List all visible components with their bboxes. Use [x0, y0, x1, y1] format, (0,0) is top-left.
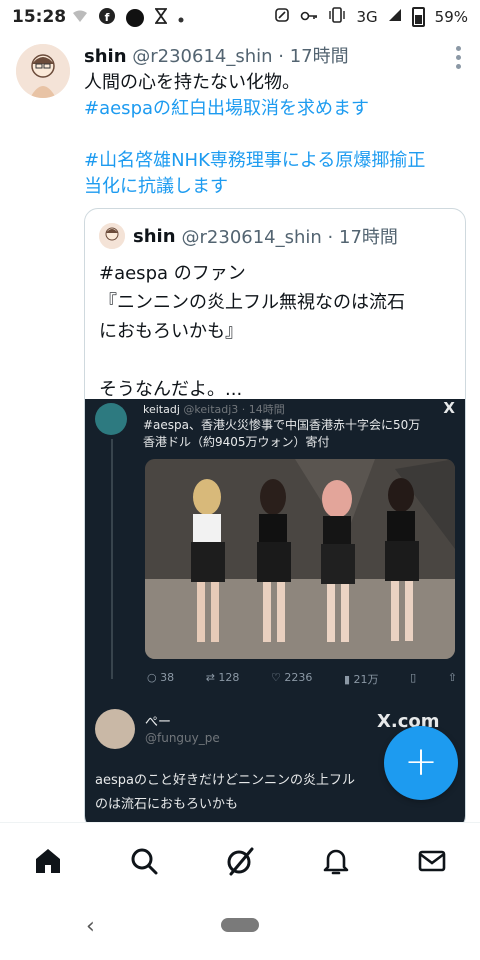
back-chevron-icon[interactable]: ‹ [86, 914, 95, 939]
bottom-navigation [0, 822, 480, 897]
quote-author-name: shin [133, 225, 176, 247]
share-icon: ⇧ [447, 671, 457, 684]
hourglass-icon [154, 8, 168, 28]
embedded-meta: @keitadj3 · 14時間 [183, 403, 285, 416]
nfc-icon [274, 7, 290, 27]
embedded-author: keitadj [143, 403, 180, 416]
messages-icon[interactable] [416, 845, 448, 877]
compose-button[interactable]: + [384, 726, 458, 800]
like-count: ♡ 2236 [271, 671, 313, 684]
vibrate-icon [328, 7, 346, 27]
more-options-icon[interactable] [456, 46, 462, 73]
x-logo-icon: X [443, 399, 455, 417]
battery-level: 59% [434, 8, 468, 26]
search-icon[interactable] [128, 845, 160, 877]
notifications-icon[interactable] [320, 845, 352, 877]
reply-count: ○ 38 [147, 671, 175, 684]
quote-author-line: shin @r230614_shin · 17時間 [99, 223, 398, 249]
system-status: 3G 59% [274, 7, 468, 27]
quote-author-avatar [99, 223, 125, 249]
dot-icon [178, 9, 184, 27]
views-count: ▮ 21万 [343, 673, 379, 686]
embedded-actions: ○ 38 ⇄ 128 ♡ 2236 ▮ 21万 ▯ ⇧ [147, 671, 457, 687]
network-label: 3G [356, 8, 378, 26]
embedded-avatar [95, 403, 127, 435]
embedded-line: 香港ドル（約9405万ウォン）寄付 [143, 435, 330, 449]
home-icon[interactable] [32, 845, 64, 877]
quote-line [99, 346, 454, 375]
author-avatar[interactable] [16, 44, 70, 98]
status-bar: 15:28 f 3G 59% [0, 0, 480, 34]
home-gesture-pill[interactable] [221, 918, 259, 932]
reply-line: のは流石におもろいかも [95, 797, 239, 812]
grok-icon[interactable] [224, 845, 256, 877]
quote-text: #aespa のファン 『ニンニンの炎上フル無視なのは流石 におもろいかも』 そ… [99, 259, 454, 404]
notification-icons: f [72, 8, 184, 28]
retweet-count-value: 128 [218, 671, 240, 684]
reply-author-handle: @funguy_pe [145, 731, 220, 745]
embedded-text: #aespa、香港火災惨事で中国香港赤十字会に50万 香港ドル（約9405万ウォ… [143, 417, 453, 451]
hashtag-link[interactable]: #aespaの紅白出場取消を求めます [84, 96, 469, 122]
embedded-author-line: keitadj @keitadj3 · 14時間 [143, 401, 285, 417]
wifi-icon [72, 9, 88, 27]
views-count-value: 21万 [353, 673, 379, 686]
embedded-line: #aespa、香港火災惨事で中国香港赤十字会に50万 [143, 418, 421, 432]
retweet-count: ⇄ 128 [205, 671, 240, 684]
clock: 15:28 [12, 7, 67, 27]
quote-line: 『ニンニンの炎上フル無視なのは流石 [99, 292, 405, 313]
quote-line: #aespa のファン [99, 263, 246, 284]
quote-author-meta: @r230614_shin · 17時間 [181, 227, 398, 248]
svg-text:f: f [105, 11, 110, 24]
reply-author-name: ぺー [145, 715, 172, 730]
system-navigation: ‹ [0, 896, 480, 960]
group-photo [145, 459, 455, 659]
tweet-line: 人間の心を持たない化物。 [84, 72, 300, 93]
quote-line: におもろいかも』 [99, 321, 243, 342]
bookmark-icon: ▯ [410, 671, 417, 684]
like-count-value: 2236 [284, 671, 313, 684]
app-notification-icon [126, 9, 144, 27]
author-line: shin @r230614_shin · 17時間 [84, 42, 349, 68]
signal-icon [388, 8, 402, 26]
key-icon [300, 8, 318, 26]
tweet-line [84, 122, 469, 148]
hashtag-link[interactable]: 当化に抗議します [84, 174, 469, 200]
hashtag-link[interactable]: #山名啓雄NHK専務理事による原爆揶揄正 [84, 148, 469, 174]
facebook-icon: f [99, 8, 115, 28]
reply-avatar [95, 709, 135, 749]
tweet-text: 人間の心を持たない化物。 #aespaの紅白出場取消を求めます #山名啓雄NHK… [84, 70, 469, 200]
author-meta: @r230614_shin · 17時間 [132, 46, 349, 67]
battery-icon [411, 7, 425, 27]
thread-line [111, 439, 113, 679]
reply-count-value: 38 [160, 671, 175, 684]
author-name[interactable]: shin [84, 46, 127, 67]
